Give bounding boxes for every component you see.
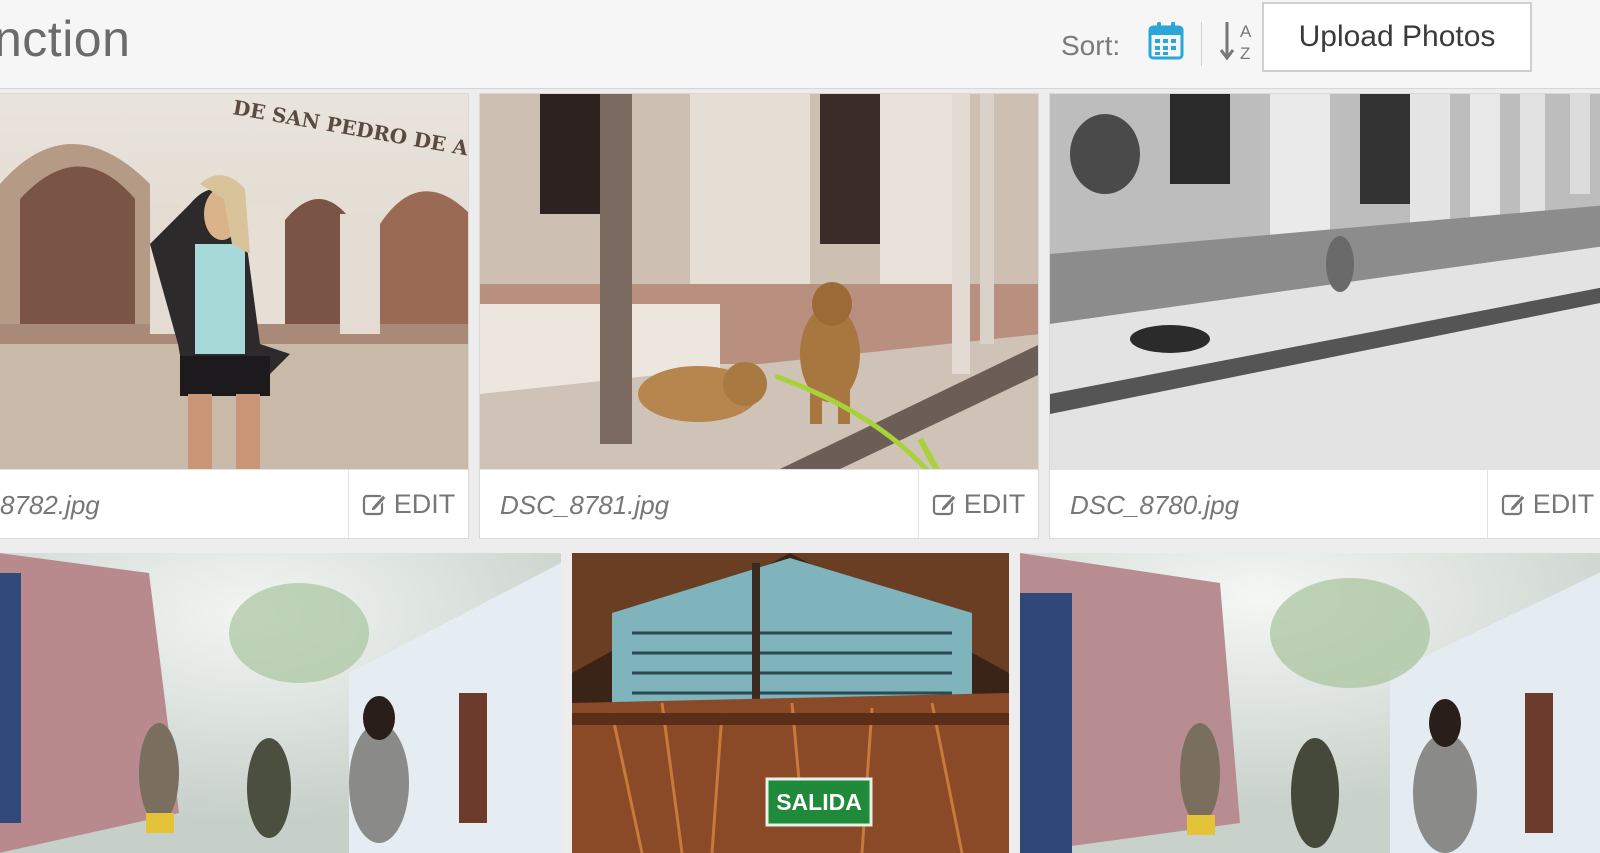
edit-button[interactable]: EDIT	[1487, 470, 1600, 538]
photo-thumbnail[interactable]	[1050, 94, 1600, 469]
edit-pencil-icon	[1501, 494, 1526, 516]
photo-thumbnail[interactable]: DE SAN PEDRO DE ATAC	[0, 94, 468, 469]
photo-card: DSC_8781.jpg EDIT	[479, 93, 1039, 539]
edit-label: EDIT	[1532, 488, 1595, 519]
edit-label: EDIT	[963, 488, 1026, 519]
photo-thumbnail[interactable]: SALIDA	[572, 553, 1009, 853]
svg-text:Z: Z	[1240, 44, 1250, 63]
edit-pencil-icon	[362, 494, 387, 516]
photo-thumbnail[interactable]	[480, 94, 1038, 469]
photo-card-footer: DSC_8780.jpg EDIT	[1050, 469, 1600, 538]
photo-card: DE SAN PEDRO DE ATAC 8782.jpg EDIT	[0, 93, 469, 539]
sort-label: Sort:	[1061, 30, 1121, 61]
sort-divider	[1201, 22, 1202, 66]
edit-button[interactable]: EDIT	[348, 470, 468, 538]
edit-pencil-icon	[932, 494, 957, 516]
svg-text:A: A	[1240, 22, 1252, 41]
gallery-header: nction Sort: A Z Upload Photos	[0, 0, 1600, 89]
salida-sign-text: SALIDA	[776, 789, 862, 815]
photo-card: DSC_8780.jpg EDIT	[1049, 93, 1600, 539]
edit-button[interactable]: EDIT	[918, 470, 1038, 538]
photo-card-footer: 8782.jpg EDIT	[0, 469, 468, 538]
page-title: nction	[0, 11, 131, 67]
upload-photos-button[interactable]: Upload Photos	[1262, 2, 1532, 72]
photo-card	[0, 553, 561, 853]
calendar-icon[interactable]	[1148, 20, 1184, 60]
photo-filename: DSC_8780.jpg	[1070, 490, 1240, 520]
photo-card	[1020, 553, 1600, 853]
photo-card-footer: DSC_8781.jpg EDIT	[480, 469, 1038, 538]
photo-filename: 8782.jpg	[0, 490, 100, 520]
edit-label: EDIT	[393, 488, 456, 519]
photo-thumbnail[interactable]	[0, 553, 561, 853]
sort-alpha-az-icon[interactable]: A Z	[1218, 18, 1258, 64]
photo-card: SALIDA	[572, 553, 1009, 853]
photo-thumbnail[interactable]	[1020, 553, 1600, 853]
photo-filename: DSC_8781.jpg	[500, 490, 670, 520]
